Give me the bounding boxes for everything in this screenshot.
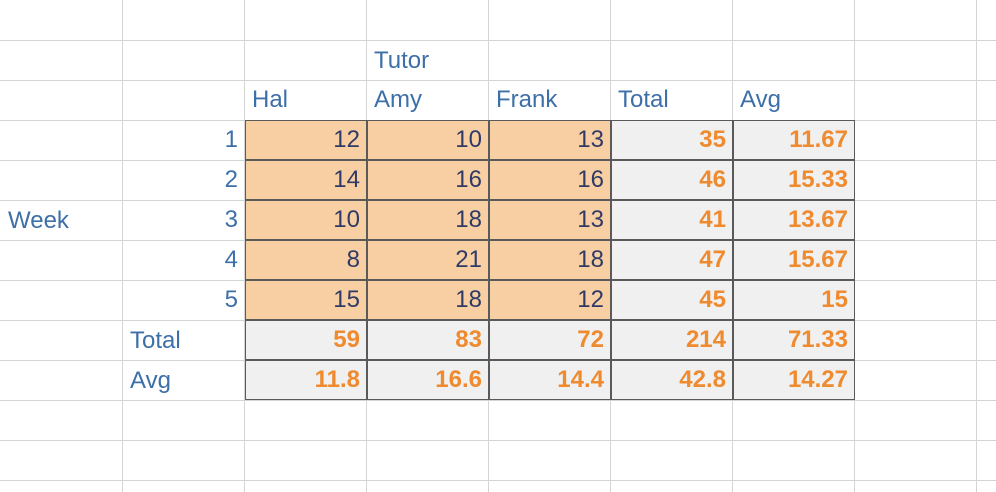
row-avg-cell[interactable]: 15.67 [733, 240, 855, 280]
week-number[interactable]: 4 [122, 241, 244, 279]
score-cell[interactable]: 10 [367, 120, 489, 160]
column-total-cell[interactable]: 72 [489, 320, 611, 360]
score-cell[interactable]: 16 [489, 160, 611, 200]
week-label[interactable]: Week [0, 202, 122, 240]
row-avg-cell[interactable]: 13.67 [733, 200, 855, 240]
column-avg-cell[interactable]: 16.6 [367, 360, 489, 400]
row-total-cell[interactable]: 41 [611, 200, 733, 240]
row-avg-cell[interactable]: 11.67 [733, 120, 855, 160]
gridline-horizontal [0, 400, 996, 401]
score-cell[interactable]: 13 [489, 200, 611, 240]
week-number[interactable]: 5 [122, 281, 244, 319]
column-header[interactable]: Frank [488, 81, 610, 119]
week-number[interactable]: 1 [122, 121, 244, 159]
total-row-label[interactable]: Total [122, 322, 244, 360]
score-cell[interactable]: 8 [245, 240, 367, 280]
score-cell[interactable]: 18 [367, 280, 489, 320]
row-avg-cell[interactable]: 15 [733, 280, 855, 320]
spreadsheet-grid[interactable]: Tutor Week Total Avg Hal Amy Frank Total Avg… [0, 0, 996, 492]
column-avg-cell[interactable]: 14.4 [489, 360, 611, 400]
avg-row-label[interactable]: Avg [122, 362, 244, 400]
tutor-label[interactable]: Tutor [366, 42, 488, 80]
score-cell[interactable]: 13 [489, 120, 611, 160]
score-cell[interactable]: 14 [245, 160, 367, 200]
gridline-horizontal [0, 40, 996, 41]
score-cell[interactable]: 18 [489, 240, 611, 280]
score-cell[interactable]: 16 [367, 160, 489, 200]
gridline-horizontal [0, 480, 996, 481]
gridline-horizontal [0, 440, 996, 441]
column-avg-cell[interactable]: 14.27 [733, 360, 855, 400]
column-total-cell[interactable]: 214 [611, 320, 733, 360]
row-total-cell[interactable]: 35 [611, 120, 733, 160]
column-total-cell[interactable]: 83 [367, 320, 489, 360]
column-header[interactable]: Hal [244, 81, 366, 119]
score-cell[interactable]: 18 [367, 200, 489, 240]
score-cell[interactable]: 15 [245, 280, 367, 320]
column-avg-cell[interactable]: 11.8 [245, 360, 367, 400]
score-cell[interactable]: 10 [245, 200, 367, 240]
score-cell[interactable]: 12 [245, 120, 367, 160]
week-number[interactable]: 2 [122, 161, 244, 199]
column-header[interactable]: Amy [366, 81, 488, 119]
week-number[interactable]: 3 [122, 201, 244, 239]
column-avg-cell[interactable]: 42.8 [611, 360, 733, 400]
row-total-cell[interactable]: 46 [611, 160, 733, 200]
score-cell[interactable]: 12 [489, 280, 611, 320]
gridline-vertical [976, 0, 977, 492]
score-cell[interactable]: 21 [367, 240, 489, 280]
row-total-cell[interactable]: 45 [611, 280, 733, 320]
column-header[interactable]: Avg [732, 81, 854, 119]
column-total-cell[interactable]: 59 [245, 320, 367, 360]
column-total-cell[interactable]: 71.33 [733, 320, 855, 360]
row-avg-cell[interactable]: 15.33 [733, 160, 855, 200]
row-total-cell[interactable]: 47 [611, 240, 733, 280]
column-header[interactable]: Total [610, 81, 732, 119]
